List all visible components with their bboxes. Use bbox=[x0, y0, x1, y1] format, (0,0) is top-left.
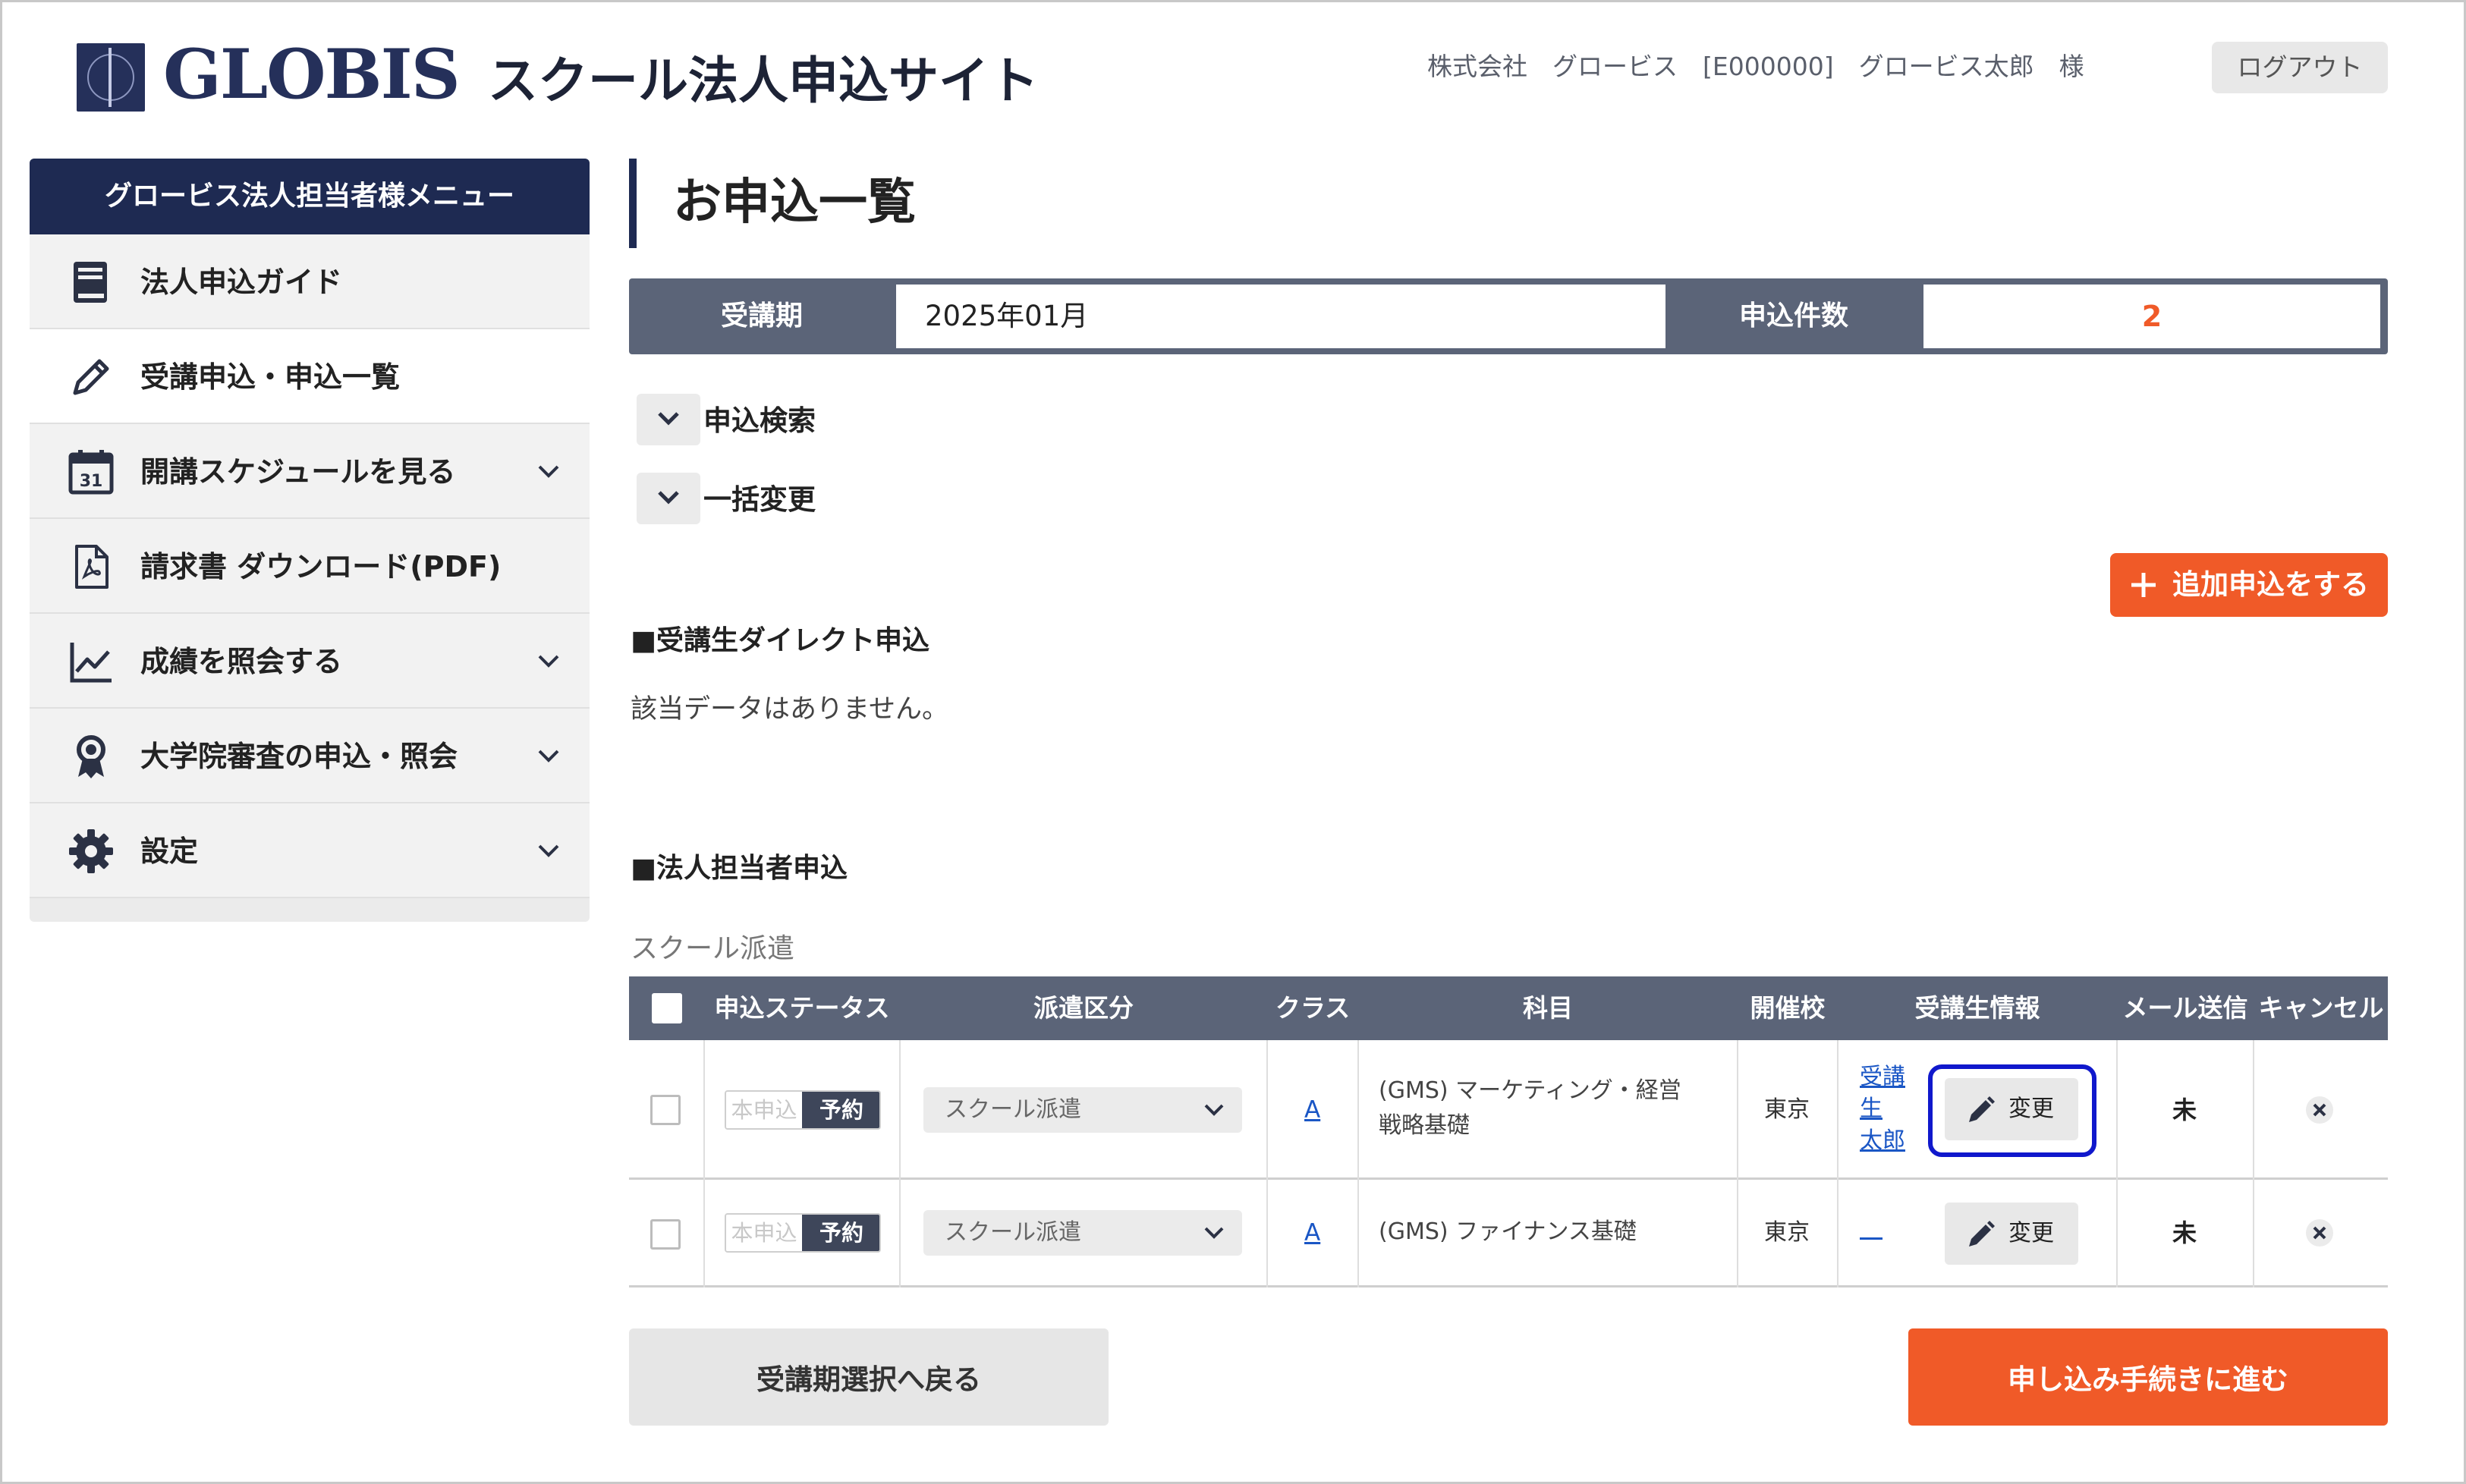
sidebar-item-grades[interactable]: 成績を照会する bbox=[30, 614, 590, 709]
status-option-final[interactable]: 本申込 bbox=[726, 1215, 802, 1251]
chevron-down-icon[interactable] bbox=[533, 456, 564, 486]
column-header: 開催校 bbox=[1750, 993, 1826, 1023]
page-title: お申込一覧 bbox=[673, 174, 916, 231]
sidebar-item-label: 大学院審査の申込・照会 bbox=[140, 740, 458, 773]
sidebar-item-label: 開講スケジュールを見る bbox=[140, 455, 456, 489]
app-window: GLOBIS スクール法人申込サイト 株式会社 グロービス [E000000] … bbox=[0, 0, 2466, 1484]
search-toggle[interactable]: 申込検索 bbox=[637, 391, 1092, 448]
table-header: 申込ステータス 派遣区分 クラス 科目 開催校 受講生情報 メール送信 キャンセ… bbox=[629, 976, 2388, 1040]
venue-text: 東京 bbox=[1764, 1219, 1810, 1246]
subject-line: (GMS) マーケティング・経営 bbox=[1379, 1077, 1681, 1104]
page-title-accent bbox=[629, 159, 637, 248]
globis-logo-mark[interactable] bbox=[77, 43, 145, 112]
dispatch-subheading: スクール派遣 bbox=[631, 933, 795, 964]
chevron-down-icon[interactable] bbox=[533, 835, 564, 866]
column-header: キャンセル bbox=[2258, 993, 2384, 1023]
calendar-icon: 31 bbox=[68, 450, 114, 495]
column-header: メール送信 bbox=[2122, 993, 2248, 1023]
status-toggle[interactable]: 本申込 予約 bbox=[725, 1213, 881, 1253]
logout-button[interactable]: ログアウト bbox=[2212, 42, 2388, 93]
sidebar-item-label: 受講申込・申込一覧 bbox=[140, 360, 401, 394]
column-header: クラス bbox=[1275, 993, 1351, 1023]
venue-text: 東京 bbox=[1764, 1096, 1810, 1123]
bulk-change-label: 一括変更 bbox=[703, 483, 816, 516]
chevron-down-icon[interactable] bbox=[637, 473, 700, 524]
count-value: 2 bbox=[1923, 285, 2380, 348]
table-row: 本申込 予約 スクール派遣 A (GMS) マーケティング・経営 戦略基礎 東京… bbox=[629, 1040, 2388, 1180]
select-all-checkbox[interactable] bbox=[652, 993, 682, 1023]
mail-status: 未 bbox=[2172, 1096, 2197, 1124]
column-header: 申込ステータス bbox=[714, 993, 890, 1023]
pdf-icon bbox=[75, 545, 109, 589]
direct-section-heading: ■受講生ダイレクト申込 bbox=[631, 625, 930, 656]
back-to-term-button[interactable]: 受講期選択へ戻る bbox=[629, 1328, 1109, 1426]
row-checkbox[interactable] bbox=[650, 1095, 681, 1125]
status-toggle[interactable]: 本申込 予約 bbox=[725, 1090, 881, 1130]
globis-logo-text[interactable]: GLOBIS bbox=[163, 33, 461, 116]
bulk-change-toggle[interactable]: 一括変更 bbox=[637, 470, 1092, 527]
sidebar-item-label: 成績を照会する bbox=[140, 645, 343, 678]
add-application-button[interactable]: 追加申込をする bbox=[2110, 553, 2388, 617]
column-header: 科目 bbox=[1523, 993, 1573, 1023]
svg-text:31: 31 bbox=[80, 472, 103, 491]
student-link[interactable]: ＿ bbox=[1860, 1213, 1883, 1245]
chevron-down-icon[interactable] bbox=[533, 740, 564, 771]
sidebar-item-applications[interactable]: 受講申込・申込一覧 bbox=[30, 329, 590, 424]
gear-icon bbox=[69, 829, 113, 873]
highlight-frame bbox=[1928, 1064, 2096, 1157]
empty-message: 該当データはありません。 bbox=[631, 694, 948, 725]
chevron-down-icon[interactable] bbox=[637, 394, 700, 445]
line-chart-icon bbox=[70, 643, 112, 683]
dispatch-select[interactable]: スクール派遣 bbox=[923, 1210, 1242, 1256]
sidebar-heading: グロービス法人担当者様メニュー bbox=[30, 159, 590, 234]
book-icon bbox=[74, 262, 107, 303]
student-link[interactable]: 生 bbox=[1860, 1093, 1883, 1125]
sidebar-item-label: 法人申込ガイド bbox=[140, 266, 343, 299]
chevron-down-icon[interactable] bbox=[533, 646, 564, 676]
search-toggle-label: 申込検索 bbox=[703, 404, 816, 437]
sidebar-item-graduate[interactable]: 大学院審査の申込・照会 bbox=[30, 709, 590, 803]
class-link[interactable]: A bbox=[1304, 1216, 1320, 1250]
award-icon bbox=[77, 735, 105, 778]
class-link[interactable]: A bbox=[1304, 1093, 1320, 1127]
sidebar-menu: グロービス法人担当者様メニュー 法人申込ガイド 受講申込・申込一覧 31 開講ス… bbox=[30, 159, 590, 922]
term-value: 2025年01月 bbox=[896, 285, 1665, 348]
proceed-button[interactable]: 申し込み手続きに進む bbox=[1908, 1328, 2388, 1426]
subject-line: 戦略基礎 bbox=[1379, 1112, 1470, 1139]
sidebar-item-schedule[interactable]: 31 開講スケジュールを見る bbox=[30, 424, 590, 519]
chevron-down-icon bbox=[1204, 1227, 1224, 1239]
pencil-icon bbox=[1969, 1221, 1995, 1247]
sidebar-item-label: 設定 bbox=[140, 835, 199, 868]
student-link[interactable]: 太郎 bbox=[1860, 1125, 1905, 1157]
sidebar-item-invoice[interactable]: 請求書 ダウンロード(PDF) bbox=[30, 519, 590, 614]
sidebar-item-label: 請求書 ダウンロード(PDF) bbox=[140, 550, 502, 583]
cancel-icon[interactable] bbox=[2304, 1218, 2335, 1248]
pencil-icon bbox=[73, 359, 109, 395]
count-label: 申込件数 bbox=[1738, 300, 1848, 332]
edit-student-button[interactable]: 変更 bbox=[1945, 1203, 2078, 1265]
student-link[interactable]: 受講 bbox=[1860, 1061, 1905, 1093]
dispatch-select[interactable]: スクール派遣 bbox=[923, 1087, 1242, 1133]
sidebar-item-guide[interactable]: 法人申込ガイド bbox=[30, 234, 590, 329]
status-option-final[interactable]: 本申込 bbox=[726, 1092, 802, 1128]
status-option-reserve[interactable]: 予約 bbox=[802, 1092, 879, 1128]
column-header: 受講生情報 bbox=[1914, 993, 2040, 1023]
column-header: 派遣区分 bbox=[1033, 993, 1134, 1023]
row-checkbox[interactable] bbox=[650, 1219, 681, 1250]
table-row: 本申込 予約 スクール派遣 A (GMS) ファイナンス基礎 東京 ＿ 変更 未 bbox=[629, 1180, 2388, 1287]
plus-icon bbox=[2131, 573, 2156, 597]
status-option-reserve[interactable]: 予約 bbox=[802, 1215, 879, 1251]
user-info: 株式会社 グロービス [E000000] グロービス太郎 様 bbox=[1427, 52, 2084, 81]
summary-bar: 受講期 2025年01月 申込件数 2 bbox=[629, 278, 2388, 354]
term-label: 受講期 bbox=[720, 300, 803, 332]
chevron-down-icon bbox=[1204, 1104, 1224, 1116]
corporate-section-heading: ■法人担当者申込 bbox=[631, 853, 848, 884]
cancel-icon[interactable] bbox=[2304, 1095, 2335, 1125]
site-title: スクール法人申込サイト bbox=[488, 52, 1039, 110]
sidebar-item-settings[interactable]: 設定 bbox=[30, 803, 590, 898]
mail-status: 未 bbox=[2172, 1218, 2197, 1247]
subject-line: (GMS) ファイナンス基礎 bbox=[1379, 1218, 1637, 1245]
